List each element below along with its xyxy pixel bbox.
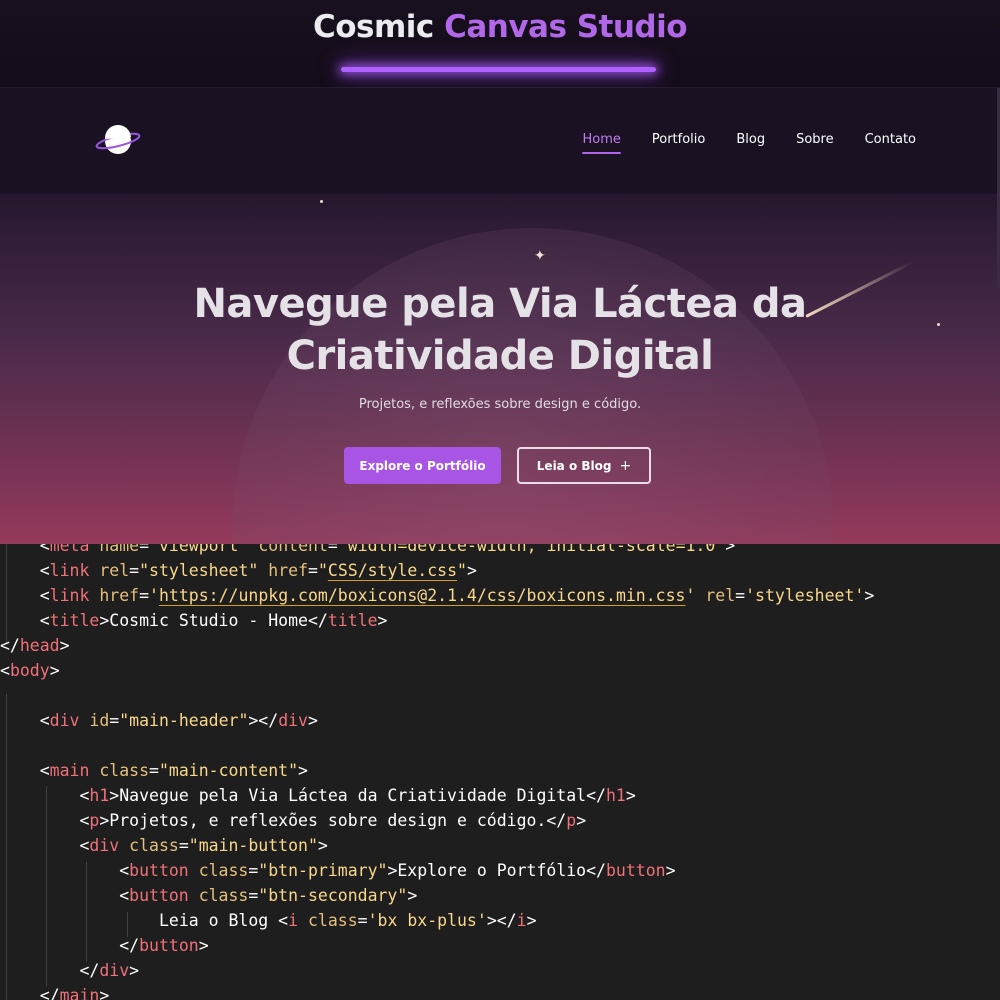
plus-icon: + bbox=[619, 457, 632, 474]
hero-title-line-1: Navegue pela Via Láctea da bbox=[193, 281, 807, 327]
code-link[interactable]: CSS/style.css bbox=[328, 561, 457, 580]
nav-link-home[interactable]: Home bbox=[582, 132, 622, 154]
code-line-div-close: </div> bbox=[0, 961, 140, 980]
code-string: "main-header" bbox=[119, 711, 249, 730]
read-blog-button[interactable]: Leia o Blog + bbox=[517, 447, 651, 484]
code-string: 'bx bx-plus' bbox=[367, 911, 487, 930]
code-line-meta: <meta name="viewport" content="width=dev… bbox=[39, 544, 736, 555]
code-line-btn-secondary-content: Leia o Blog <i class='bx bx-plus'></i> bbox=[158, 911, 537, 930]
planet-logo-icon[interactable] bbox=[95, 123, 141, 159]
code-text: Cosmic Studio - Home bbox=[109, 611, 308, 630]
code-string: "stylesheet" bbox=[139, 561, 259, 580]
code-string: "main-button" bbox=[188, 836, 318, 855]
explore-portfolio-label: Explore o Portfólio bbox=[359, 458, 486, 473]
code-line-btn-primary: <button class="btn-primary">Explore o Po… bbox=[0, 861, 676, 880]
code-tag: link bbox=[49, 561, 90, 580]
code-link[interactable]: https://unpkg.com/boxicons@2.1.4/css/box… bbox=[159, 586, 686, 605]
code-line-main-close: </main> bbox=[0, 986, 110, 1000]
banner-title-accent: Canvas Studio bbox=[444, 9, 688, 45]
title-banner: Cosmic Canvas Studio bbox=[0, 0, 1000, 88]
code-text: Leia o Blog bbox=[158, 911, 279, 930]
code-line-link-boxicons: <link href='https://unpkg.com/boxicons@2… bbox=[0, 586, 875, 605]
code-line-btn-close: </button> bbox=[0, 936, 209, 955]
hero-title-line-2: Criatividade Digital bbox=[286, 333, 714, 379]
nav-link-portfolio[interactable]: Portfolio bbox=[652, 132, 705, 154]
nav-menu: Home Portfolio Blog Sobre Contato bbox=[582, 132, 916, 154]
code-line-h1: <h1>Navegue pela Via Láctea da Criativid… bbox=[0, 786, 636, 805]
neon-underline bbox=[341, 67, 656, 72]
code-line-body-open: <body> bbox=[0, 661, 60, 680]
nav-link-contato[interactable]: Contato bbox=[865, 132, 916, 154]
code-string: "main-content" bbox=[158, 761, 299, 780]
code-text: Projetos, e reflexões sobre design e cód… bbox=[109, 811, 547, 830]
code-string: "btn-secondary" bbox=[258, 886, 408, 905]
code-line-main-open: <main class="main-content"> bbox=[0, 761, 308, 780]
website-preview: Home Portfolio Blog Sobre Contato ✦ Nave… bbox=[0, 88, 1000, 544]
code-text: Navegue pela Via Láctea da Criatividade … bbox=[119, 786, 587, 805]
code-string: "btn-primary" bbox=[258, 861, 388, 880]
code-line-main-header: <div id="main-header"></div> bbox=[0, 711, 318, 730]
banner-title: Cosmic Canvas Studio bbox=[0, 9, 1000, 45]
read-blog-label: Leia o Blog bbox=[536, 458, 612, 473]
code-string: 'stylesheet' bbox=[745, 586, 865, 605]
code-line-p: <p>Projetos, e reflexões sobre design e … bbox=[0, 811, 587, 830]
code-line-div-main-button: <div class="main-button"> bbox=[0, 836, 328, 855]
navbar: Home Portfolio Blog Sobre Contato bbox=[0, 88, 1000, 194]
sparkle-icon: ✦ bbox=[534, 248, 546, 264]
hero-title: Navegue pela Via Láctea da Criatividade … bbox=[0, 278, 1000, 382]
nav-link-sobre[interactable]: Sobre bbox=[796, 132, 834, 154]
planet-illustration bbox=[232, 228, 834, 544]
code-line-head-close: </head> bbox=[0, 636, 70, 655]
code-line-btn-secondary: <button class="btn-secondary"> bbox=[0, 886, 418, 905]
banner-title-plain: Cosmic bbox=[312, 9, 434, 45]
nav-link-blog[interactable]: Blog bbox=[736, 132, 765, 154]
star-icon bbox=[320, 200, 323, 203]
code-line-link-style: <link rel="stylesheet" href="CSS/style.c… bbox=[0, 561, 477, 580]
code-line-title: <title>Cosmic Studio - Home</title> bbox=[0, 611, 388, 630]
hero-subtitle: Projetos, e reflexões sobre design e cód… bbox=[358, 397, 642, 412]
code-text: Explore o Portfólio bbox=[397, 861, 587, 880]
code-editor[interactable]: <meta name="viewport" content="width=dev… bbox=[0, 544, 1000, 1000]
explore-portfolio-button[interactable]: Explore o Portfólio bbox=[344, 447, 501, 484]
